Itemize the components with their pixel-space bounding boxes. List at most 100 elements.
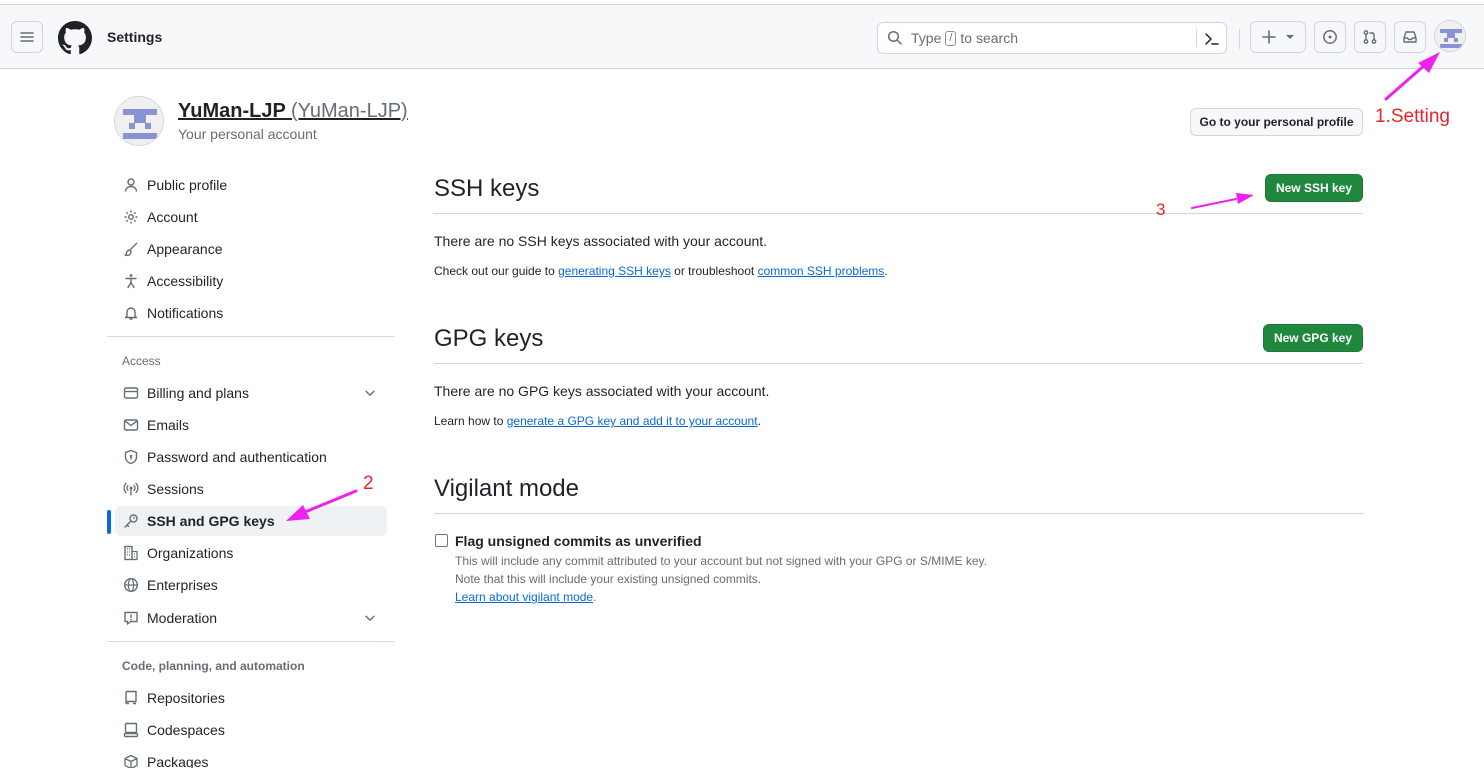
- page-title[interactable]: Settings: [107, 29, 162, 45]
- package-icon: [124, 754, 138, 768]
- generate-gpg-key-link[interactable]: generate a GPG key and add it to your ac…: [507, 414, 758, 428]
- search-input[interactable]: Type / to search: [877, 22, 1227, 54]
- sidebar-item-codespaces[interactable]: Codespaces: [115, 715, 387, 745]
- vigilant-note-1: This will include any commit attributed …: [455, 554, 988, 568]
- globe-icon: [123, 577, 139, 593]
- repo-icon: [125, 690, 137, 705]
- issues-button[interactable]: [1314, 21, 1346, 53]
- command-palette-icon[interactable]: [1204, 31, 1220, 47]
- sidebar-item-account[interactable]: Account: [115, 202, 387, 232]
- sidebar-item-label: Enterprises: [147, 577, 218, 593]
- sidebar-item-appearance[interactable]: Appearance: [115, 234, 387, 264]
- sidebar-item-label: Appearance: [147, 241, 223, 257]
- sidebar-item-label: Public profile: [147, 177, 228, 193]
- gpg-empty-message: There are no GPG keys associated with yo…: [434, 383, 770, 399]
- app-header: Settings Type / to search: [0, 4, 1484, 69]
- sidebar-item-billing[interactable]: Billing and plans: [115, 378, 387, 408]
- ssh-guide-text: Check out our guide to generating SSH ke…: [434, 264, 888, 278]
- gpg-learn-end: .: [757, 414, 761, 428]
- new-ssh-key-button[interactable]: New SSH key: [1265, 174, 1363, 202]
- paintbrush-icon: [124, 242, 138, 257]
- vigilant-divider: [434, 513, 1363, 514]
- credit-card-icon: [123, 387, 139, 399]
- annotation-label-2: 2: [363, 473, 374, 494]
- account-subtitle: Your personal account: [178, 126, 317, 142]
- sidebar-item-label: Password and authentication: [147, 449, 327, 465]
- profile-name-link[interactable]: YuMan-LJP (YuMan-LJP): [178, 100, 408, 123]
- sidebar-item-label: Accessibility: [147, 273, 224, 289]
- gpg-learn-prefix: Learn how to: [434, 414, 504, 428]
- sidebar-item-moderation[interactable]: Moderation: [115, 603, 387, 633]
- sidebar-item-public-profile[interactable]: Public profile: [115, 170, 387, 200]
- ssh-keys-heading: SSH keys: [434, 175, 540, 202]
- vigilant-mode-heading: Vigilant mode: [434, 475, 579, 502]
- sidebar-item-label: Repositories: [147, 690, 225, 706]
- bell-icon: [124, 307, 138, 320]
- sidebar-item-packages[interactable]: Packages: [115, 747, 387, 768]
- gear-icon: [124, 210, 138, 224]
- sidebar-item-label: Packages: [147, 754, 209, 768]
- menu-button[interactable]: [11, 21, 43, 53]
- annotation-arrow-3: [1191, 193, 1254, 209]
- key-icon: [124, 514, 138, 528]
- accessibility-icon: [125, 274, 137, 289]
- shield-icon: [124, 449, 138, 465]
- sidebar-group-access: Access: [122, 354, 161, 368]
- gpg-learn-text: Learn how to generate a GPG key and add …: [434, 414, 761, 428]
- vigilant-note-2: Note that this will include your existin…: [455, 572, 762, 586]
- flag-unsigned-label[interactable]: Flag unsigned commits as unverified: [455, 533, 702, 549]
- search-divider: [1196, 29, 1197, 47]
- person-icon: [124, 178, 138, 192]
- gpg-divider: [434, 363, 1363, 364]
- search-placeholder-prefix: Type: [911, 30, 942, 46]
- flag-unsigned-checkbox[interactable]: [435, 534, 448, 547]
- active-indicator: [107, 510, 111, 534]
- sidebar-item-notifications[interactable]: Notifications: [115, 298, 387, 328]
- sidebar-item-organizations[interactable]: Organizations: [115, 538, 387, 568]
- profile-avatar[interactable]: [114, 96, 164, 146]
- mail-icon: [123, 419, 139, 431]
- ssh-guide-mid: or troubleshoot: [674, 264, 755, 278]
- annotation-label-1: 1.Setting: [1375, 106, 1450, 127]
- generating-ssh-keys-link[interactable]: generating SSH keys: [558, 264, 671, 278]
- search-icon: [887, 30, 902, 45]
- vigilant-learn-end: .: [593, 590, 597, 604]
- user-avatar-button[interactable]: [1434, 20, 1466, 52]
- pull-requests-icon: [1363, 30, 1377, 44]
- profile-name: YuMan-LJP: [178, 100, 286, 122]
- learn-vigilant-mode-link[interactable]: Learn about vigilant mode: [455, 590, 593, 604]
- search-placeholder: Type / to search: [911, 30, 1018, 46]
- codespaces-icon: [123, 722, 139, 738]
- common-ssh-problems-link[interactable]: common SSH problems: [758, 264, 885, 278]
- chevron-down-icon: [1286, 35, 1294, 39]
- sidebar-item-label: Emails: [147, 417, 190, 433]
- sidebar-item-label: Organizations: [147, 545, 234, 561]
- ssh-divider: [434, 213, 1363, 214]
- new-gpg-key-button[interactable]: New GPG key: [1263, 324, 1363, 352]
- sidebar-divider: [107, 641, 395, 642]
- sidebar-item-repositories[interactable]: Repositories: [115, 683, 387, 713]
- sidebar-item-emails[interactable]: Emails: [115, 410, 387, 440]
- sidebar-item-password[interactable]: Password and authentication: [115, 442, 387, 472]
- sidebar-item-label: Sessions: [147, 481, 204, 497]
- inbox-button[interactable]: [1394, 21, 1426, 53]
- search-shortcut-key: /: [945, 30, 957, 46]
- sidebar-item-label: Codespaces: [147, 722, 225, 738]
- chevron-down-icon[interactable]: [363, 386, 377, 400]
- sidebar-item-enterprises[interactable]: Enterprises: [115, 570, 387, 600]
- avatar-identicon: [1435, 21, 1465, 51]
- create-new-button[interactable]: [1250, 21, 1306, 53]
- sidebar-item-ssh-gpg-keys[interactable]: SSH and GPG keys: [115, 506, 387, 536]
- plus-icon: [1262, 30, 1276, 44]
- github-logo[interactable]: [58, 21, 92, 55]
- organization-icon: [124, 545, 138, 561]
- chevron-down-icon[interactable]: [363, 611, 377, 625]
- sidebar-item-sessions[interactable]: Sessions: [115, 474, 387, 504]
- sidebar-item-label: Account: [147, 209, 198, 225]
- go-to-profile-button[interactable]: Go to your personal profile: [1190, 108, 1363, 136]
- sidebar-item-label: SSH and GPG keys: [147, 513, 275, 529]
- pull-requests-button[interactable]: [1354, 21, 1386, 53]
- sidebar-item-label: Notifications: [147, 305, 224, 321]
- inbox-icon: [1403, 31, 1417, 43]
- sidebar-item-accessibility[interactable]: Accessibility: [115, 266, 387, 296]
